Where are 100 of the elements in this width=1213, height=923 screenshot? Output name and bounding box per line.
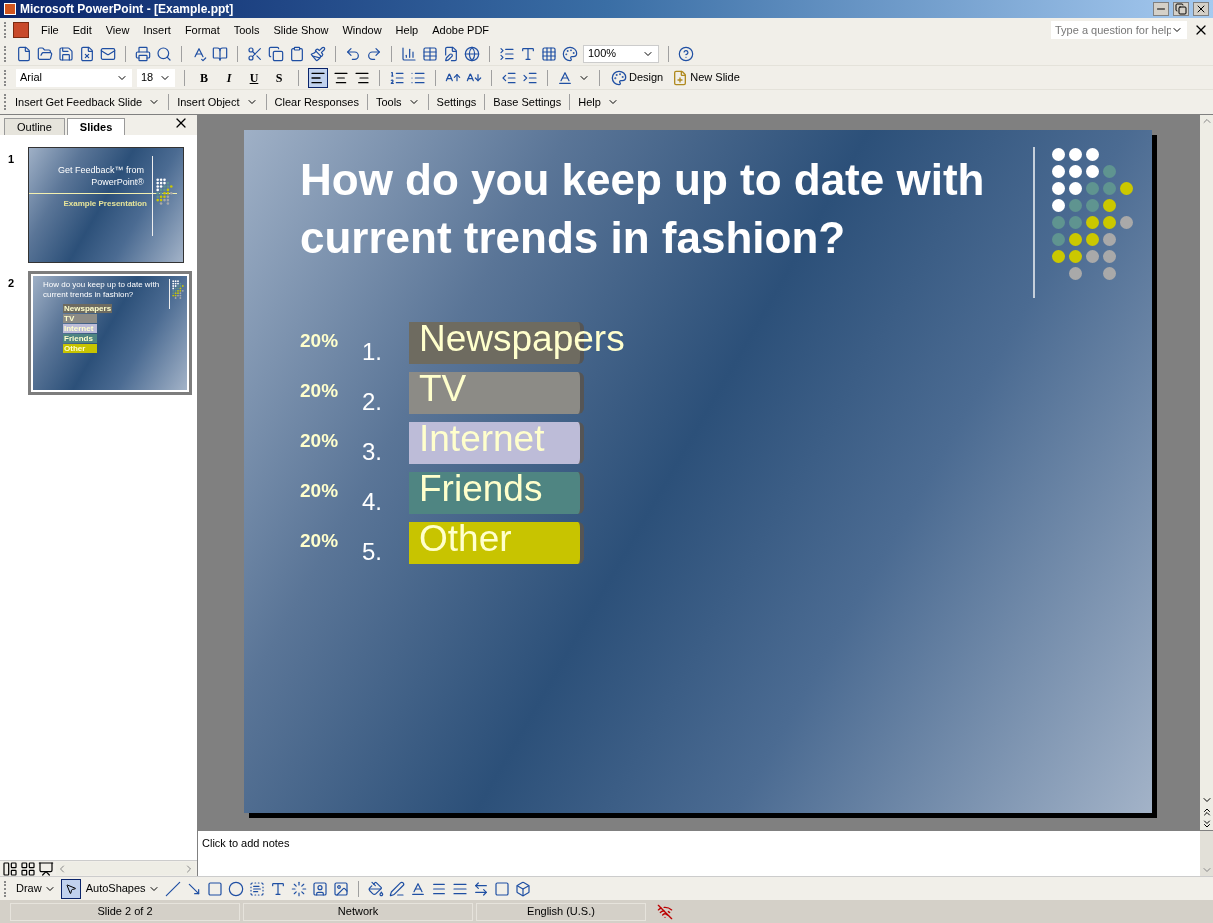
chart-icon[interactable] (401, 45, 417, 62)
folder-icon[interactable] (37, 45, 53, 62)
toolbar-button[interactable]: Clear Responses (272, 93, 361, 111)
answer-label: Friends (419, 467, 543, 511)
thumbnail-answer: Other (63, 344, 97, 353)
grid-icon[interactable] (541, 45, 557, 62)
answer-label: Newspapers (419, 317, 625, 361)
align-left-button[interactable] (308, 67, 328, 88)
status-field: Network (243, 902, 473, 921)
book-icon[interactable] (212, 45, 228, 62)
answer-label: Other (419, 517, 512, 561)
pane-tab[interactable]: Outline (4, 118, 65, 135)
style-button[interactable]: B (194, 67, 214, 88)
answer-percent: 20% (300, 429, 340, 453)
wordart-icon[interactable] (269, 880, 286, 897)
menu-item[interactable]: View (99, 21, 136, 39)
text-icon[interactable] (520, 45, 536, 62)
oval-icon[interactable] (227, 880, 244, 897)
spelling-icon[interactable] (191, 45, 207, 62)
dots-drawing (172, 280, 184, 300)
normal-view-icon[interactable] (2, 860, 18, 877)
offline-icon (657, 903, 673, 920)
toolbar-button[interactable]: Insert Object (175, 93, 260, 111)
picture-icon[interactable] (332, 880, 349, 897)
thumbnail-answer: TV (63, 314, 97, 323)
window-title: Microsoft PowerPoint - [Example.ppt] (20, 1, 235, 18)
arrow-style-icon[interactable] (472, 880, 489, 897)
palette-icon[interactable] (611, 69, 627, 86)
toolbar-button[interactable]: Help (576, 93, 621, 111)
rectangle-icon[interactable] (206, 880, 223, 897)
menu-item[interactable]: File (35, 21, 65, 39)
text-box-icon[interactable] (248, 880, 265, 897)
menu-item[interactable]: Format (178, 21, 226, 39)
answer-percent: 20% (300, 529, 340, 553)
mail-icon[interactable] (100, 45, 116, 62)
vertical-scrollbar[interactable] (1200, 115, 1213, 830)
slide-number: 1 (8, 152, 16, 167)
preview-icon[interactable] (156, 45, 172, 62)
toolbar-button[interactable]: Insert Get Feedback Slide (13, 93, 163, 111)
undo-icon[interactable] (345, 45, 361, 62)
toolbar-button[interactable]: Tools (373, 93, 422, 111)
copy-icon[interactable] (268, 45, 284, 62)
new-slide-icon[interactable] (672, 69, 689, 86)
font-size-field[interactable]: 18 (137, 68, 175, 87)
toolbar-button[interactable]: Base Settings (491, 93, 564, 111)
style-button[interactable]: U (244, 67, 264, 88)
redo-icon[interactable] (366, 45, 382, 62)
thumbnail-answer: Friends (63, 334, 97, 343)
brush-icon[interactable] (310, 45, 326, 62)
menu-item[interactable]: Adobe PDF (426, 21, 496, 39)
pane-tab[interactable]: Slides (66, 118, 126, 135)
slideshow-icon[interactable] (38, 860, 54, 877)
toolbar-button[interactable]: Settings (434, 93, 479, 111)
collapse-icon[interactable] (499, 45, 515, 62)
style-button[interactable]: S (269, 67, 289, 88)
toolbar-button[interactable]: Draw (16, 880, 56, 897)
answer-label: Internet (419, 417, 545, 461)
answer-number: 4. (362, 487, 383, 517)
slide-thumbnail[interactable]: Get Feedback™ from PowerPoint® Example Presentation (28, 147, 184, 263)
fill-color-icon[interactable] (367, 880, 384, 897)
font-field[interactable]: Arial (16, 68, 132, 87)
menu-item[interactable]: Window (336, 21, 388, 39)
numbering-icon[interactable] (389, 69, 405, 86)
menu-item[interactable]: Help (389, 21, 425, 39)
slide-title: How do you keep up to date with current trends in fashion? (300, 154, 986, 264)
font-color-icon[interactable] (409, 880, 426, 897)
answer-percent: 20% (300, 329, 340, 353)
toolbar-button[interactable]: Design (609, 69, 666, 86)
new-file-icon[interactable] (16, 45, 32, 62)
dots-drawing (156, 178, 173, 206)
cut-icon[interactable] (247, 45, 263, 62)
answer-number: 3. (362, 437, 383, 467)
zoom-field[interactable]: 100% (583, 44, 659, 63)
toolbar-button[interactable]: New Slide (670, 69, 742, 86)
sorter-view-icon[interactable] (20, 860, 36, 877)
menu-item[interactable]: Edit (66, 21, 98, 39)
menu-item[interactable]: Insert (137, 21, 177, 39)
answer-label: TV (419, 367, 467, 411)
paste-icon[interactable] (289, 45, 305, 62)
table-icon[interactable] (422, 45, 438, 62)
color-icon[interactable] (562, 45, 578, 62)
line-icon[interactable] (164, 880, 181, 897)
thumbnail-title: Get Feedback™ from PowerPoint® (56, 164, 144, 188)
style-button[interactable]: I (219, 67, 239, 88)
answer-percent: 20% (300, 479, 340, 503)
globe-icon[interactable] (464, 45, 480, 62)
notes-scrollbar[interactable] (1200, 831, 1213, 876)
line-color-icon[interactable] (388, 880, 405, 897)
toolbar-button[interactable]: AutoShapes (85, 880, 160, 897)
document-icon[interactable] (79, 45, 95, 62)
edit-icon[interactable] (443, 45, 459, 62)
3d-icon[interactable] (514, 880, 531, 897)
save-icon[interactable] (58, 45, 74, 62)
printer-icon[interactable] (135, 45, 151, 62)
menu-item[interactable]: Tools (227, 21, 266, 39)
menu-item[interactable]: Slide Show (267, 21, 335, 39)
help-icon[interactable] (678, 45, 694, 62)
font-color-icon[interactable] (557, 69, 573, 86)
status-field: English (U.S.) (476, 902, 646, 921)
slide-thumbnail[interactable]: How do you keep up to date with current trends in fashion? Newspapers TV Internet Friends Other (28, 271, 192, 395)
